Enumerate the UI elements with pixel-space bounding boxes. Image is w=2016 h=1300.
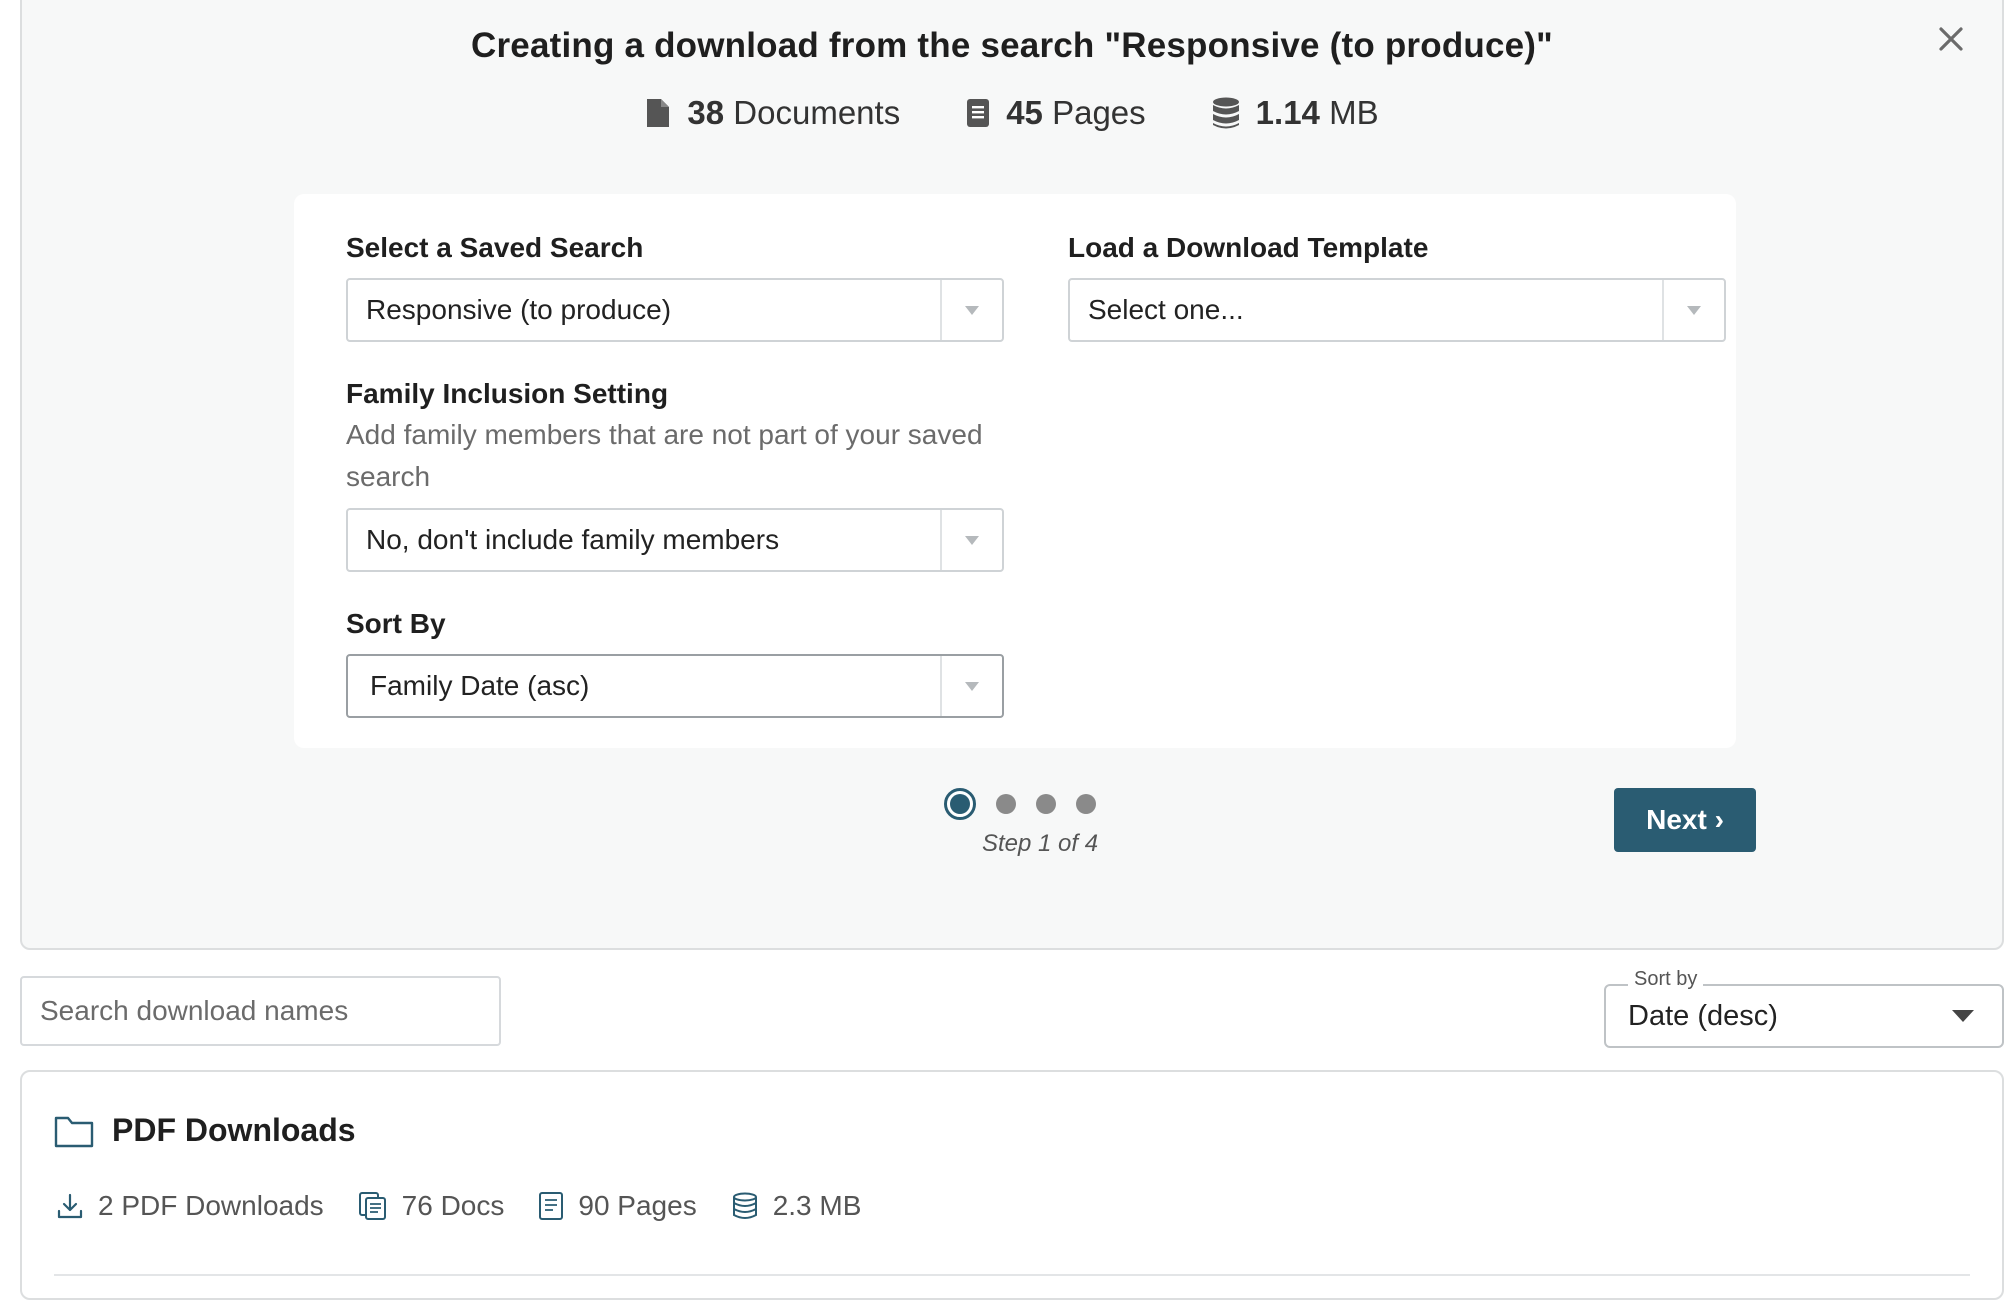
chevron-down-icon	[965, 535, 979, 545]
pages-stat: 45 Pages	[966, 94, 1146, 132]
pages-count-value: 90 Pages	[578, 1190, 697, 1221]
sort-by-legend: Sort by	[1628, 968, 1704, 991]
step-indicator	[944, 788, 1096, 820]
size-total-stat: 2.3 MB	[731, 1190, 862, 1222]
sort-by-dropdown-value: Date (desc)	[1628, 999, 1778, 1032]
family-inclusion-label: Family Inclusion Setting	[346, 378, 669, 409]
sort-by-value: Family Date (asc)	[370, 670, 590, 701]
docs-count-stat: 76 Docs	[358, 1190, 505, 1222]
download-template-value: Select one...	[1088, 294, 1244, 325]
pdf-downloads-stats: 2 PDF Downloads 76 Docs 90 Pages 2.3 MB	[56, 1190, 861, 1222]
storage-icon	[732, 1192, 757, 1219]
family-inclusion-select[interactable]: No, don't include family members	[346, 508, 1004, 572]
sort-by-select[interactable]: Family Date (asc)	[346, 654, 1004, 718]
chevron-down-icon	[965, 681, 979, 691]
pdf-downloads-title: PDF Downloads	[112, 1112, 356, 1148]
modal-title: Creating a download from the search "Res…	[471, 26, 1553, 65]
sort-by-dropdown-toggle[interactable]	[940, 656, 1002, 716]
sort-by-dropdown[interactable]: Sort by Date (desc)	[1604, 968, 2004, 1048]
saved-search-value: Responsive (to produce)	[366, 294, 672, 325]
step-dot-4[interactable]	[1076, 794, 1096, 814]
size-total: 2.3 MB	[772, 1190, 862, 1221]
saved-search-select[interactable]: Responsive (to produce)	[346, 278, 1004, 342]
pages-label: Pages	[1052, 94, 1146, 131]
step-dot-1[interactable]	[944, 788, 976, 820]
chevron-down-icon	[1687, 305, 1701, 315]
download-template-select[interactable]: Select one...	[1068, 278, 1726, 342]
caret-down-icon	[1952, 1010, 1974, 1022]
step-text: Step 1 of 4	[982, 830, 1099, 857]
documents-label: Documents	[733, 94, 901, 131]
documents-count: 38	[687, 94, 725, 131]
pdf-downloads-card[interactable]: PDF Downloads 2 PDF Downloads 76 Docs 90…	[20, 1070, 2004, 1300]
family-inclusion-help: Add family members that are not part of …	[346, 419, 983, 492]
step-dot-3[interactable]	[1036, 794, 1056, 814]
download-template-dropdown-toggle[interactable]	[1662, 280, 1724, 340]
database-icon	[1212, 97, 1239, 129]
page-icon	[967, 99, 990, 127]
documents-stat: 38 Documents	[645, 94, 900, 132]
docs-count: 76 Docs	[401, 1190, 505, 1221]
family-inclusion-dropdown-toggle[interactable]	[940, 510, 1002, 570]
search-stats: 38 Documents 45 Pages 1.14 MB	[22, 94, 2002, 132]
chevron-down-icon	[965, 305, 979, 315]
folder-icon	[54, 1116, 94, 1147]
documents-stack-icon	[358, 1192, 386, 1220]
document-icon	[647, 99, 670, 127]
page-outline-icon	[539, 1192, 564, 1220]
sort-by-label: Sort By	[346, 608, 446, 639]
downloads-count: 2 PDF Downloads	[98, 1190, 324, 1221]
pdf-downloads-header: PDF Downloads	[54, 1112, 356, 1149]
step-dot-2[interactable]	[996, 794, 1016, 814]
search-download-names-input[interactable]	[20, 976, 501, 1046]
create-download-modal: Creating a download from the search "Res…	[20, 0, 2004, 950]
saved-search-dropdown-toggle[interactable]	[940, 280, 1002, 340]
downloads-count-stat: 2 PDF Downloads	[56, 1190, 324, 1222]
pages-count: 45	[1006, 94, 1043, 131]
download-template-label: Load a Download Template	[1068, 232, 1429, 263]
family-inclusion-value: No, don't include family members	[366, 524, 780, 555]
size-unit: MB	[1329, 94, 1379, 131]
download-options-card: Select a Saved Search Responsive (to pro…	[294, 194, 1736, 748]
size-stat: 1.14 MB	[1212, 94, 1379, 132]
pages-count-stat: 90 Pages	[538, 1190, 697, 1222]
download-icon	[57, 1193, 83, 1219]
size-value: 1.14	[1255, 94, 1320, 131]
saved-search-label: Select a Saved Search	[346, 232, 644, 263]
next-button[interactable]: Next ›	[1614, 788, 1756, 852]
